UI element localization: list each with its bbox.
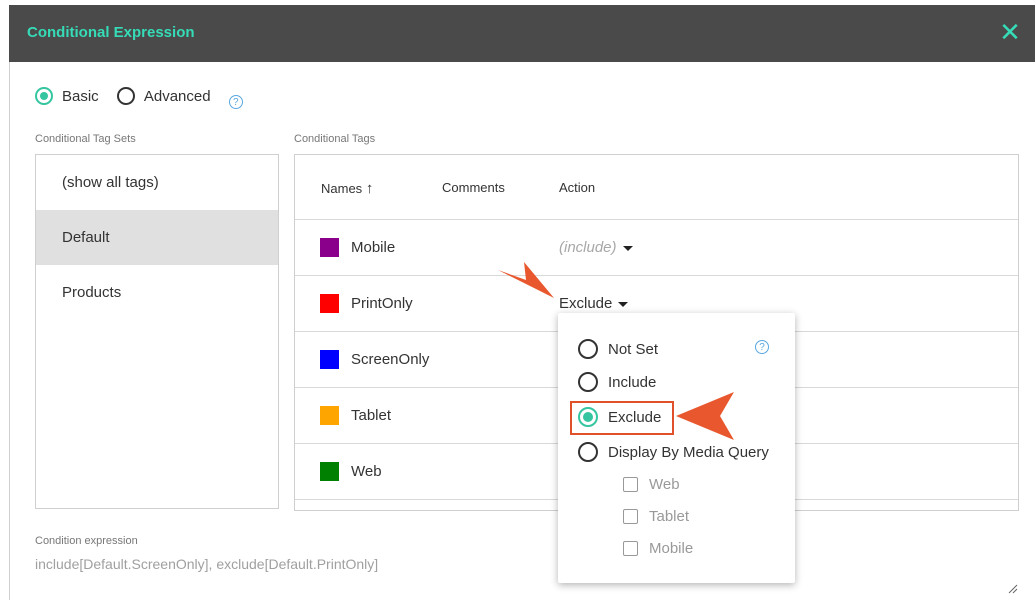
tag-name: Mobile xyxy=(351,239,396,256)
caret-down-icon xyxy=(618,301,629,307)
mode-selector: Basic Advanced ? xyxy=(35,87,243,109)
names-header-label: Names xyxy=(321,181,363,196)
color-swatch xyxy=(320,406,339,425)
tags-label: Conditional Tags xyxy=(294,133,376,145)
action-value: (include) xyxy=(559,239,617,256)
column-header-comments[interactable]: Comments xyxy=(442,180,505,195)
resize-handle-icon[interactable] xyxy=(1008,584,1018,594)
option-label: Not Set xyxy=(608,340,659,358)
exclude-highlight xyxy=(570,401,674,435)
action-value: Exclude xyxy=(559,295,613,312)
checkbox-tablet[interactable]: Tablet xyxy=(623,508,689,525)
help-icon[interactable]: ? xyxy=(228,95,243,109)
color-swatch xyxy=(320,294,339,313)
table-header: Names ↑ Comments Action xyxy=(295,155,1018,220)
tag-set-item-selected[interactable]: Default xyxy=(36,210,278,265)
dialog-title: Conditional Expression xyxy=(27,24,195,41)
tag-name: PrintOnly xyxy=(351,295,413,312)
dialog-titlebar: Conditional Expression ✕ xyxy=(9,5,1035,62)
table-row[interactable]: Mobile (include) xyxy=(295,220,1018,276)
radio-unselected-icon xyxy=(578,339,598,359)
advanced-label: Advanced xyxy=(143,87,211,105)
option-label: Include xyxy=(608,373,657,391)
checkbox-mobile[interactable]: Mobile xyxy=(623,540,693,557)
tag-set-item[interactable]: Products xyxy=(36,265,278,320)
callout-arrow-icon xyxy=(676,392,734,440)
expression-label: Condition expression xyxy=(35,535,138,547)
sort-up-arrow-icon: ↑ xyxy=(365,180,374,197)
color-swatch xyxy=(320,462,339,481)
basic-radio[interactable]: Basic xyxy=(35,87,99,105)
option-not-set[interactable]: Not Set xyxy=(578,339,658,359)
checkbox-label: Web xyxy=(649,476,680,493)
basic-label: Basic xyxy=(62,87,99,105)
checkbox-icon xyxy=(623,541,638,556)
callout-arrow-icon xyxy=(498,262,554,298)
checkbox-icon xyxy=(623,509,638,524)
checkbox-web[interactable]: Web xyxy=(623,476,680,493)
action-dropdown[interactable]: (include) xyxy=(559,239,633,256)
tag-sets-label: Conditional Tag Sets xyxy=(35,133,136,145)
radio-unselected-icon xyxy=(578,442,598,462)
color-swatch xyxy=(320,238,339,257)
option-media-query[interactable]: Display By Media Query xyxy=(578,442,769,462)
action-dropdown[interactable]: Exclude xyxy=(559,295,629,312)
advanced-radio[interactable]: Advanced xyxy=(116,87,211,105)
checkbox-label: Mobile xyxy=(649,540,694,557)
radio-unselected-icon xyxy=(116,87,135,105)
checkbox-label: Tablet xyxy=(649,508,690,525)
tag-name: Tablet xyxy=(351,407,392,424)
tag-sets-list: (show all tags) Default Products xyxy=(35,154,279,509)
radio-selected-icon xyxy=(35,87,53,105)
caret-down-icon xyxy=(622,245,633,251)
close-icon[interactable]: ✕ xyxy=(997,19,1023,45)
column-header-names[interactable]: Names ↑ xyxy=(321,180,373,197)
color-swatch xyxy=(320,350,339,369)
help-icon[interactable]: ? xyxy=(755,340,769,354)
tag-name: Web xyxy=(351,463,382,480)
expression-value: include[Default.ScreenOnly], exclude[Def… xyxy=(35,556,379,572)
checkbox-icon xyxy=(623,477,638,492)
action-menu: Not Set ? Include Exclude Display By Med… xyxy=(558,313,795,583)
tag-set-item[interactable]: (show all tags) xyxy=(36,155,278,210)
tag-name: ScreenOnly xyxy=(351,351,430,368)
option-include[interactable]: Include xyxy=(578,372,656,392)
option-label: Display By Media Query xyxy=(608,443,769,461)
radio-unselected-icon xyxy=(578,372,598,392)
column-header-action[interactable]: Action xyxy=(559,180,595,195)
